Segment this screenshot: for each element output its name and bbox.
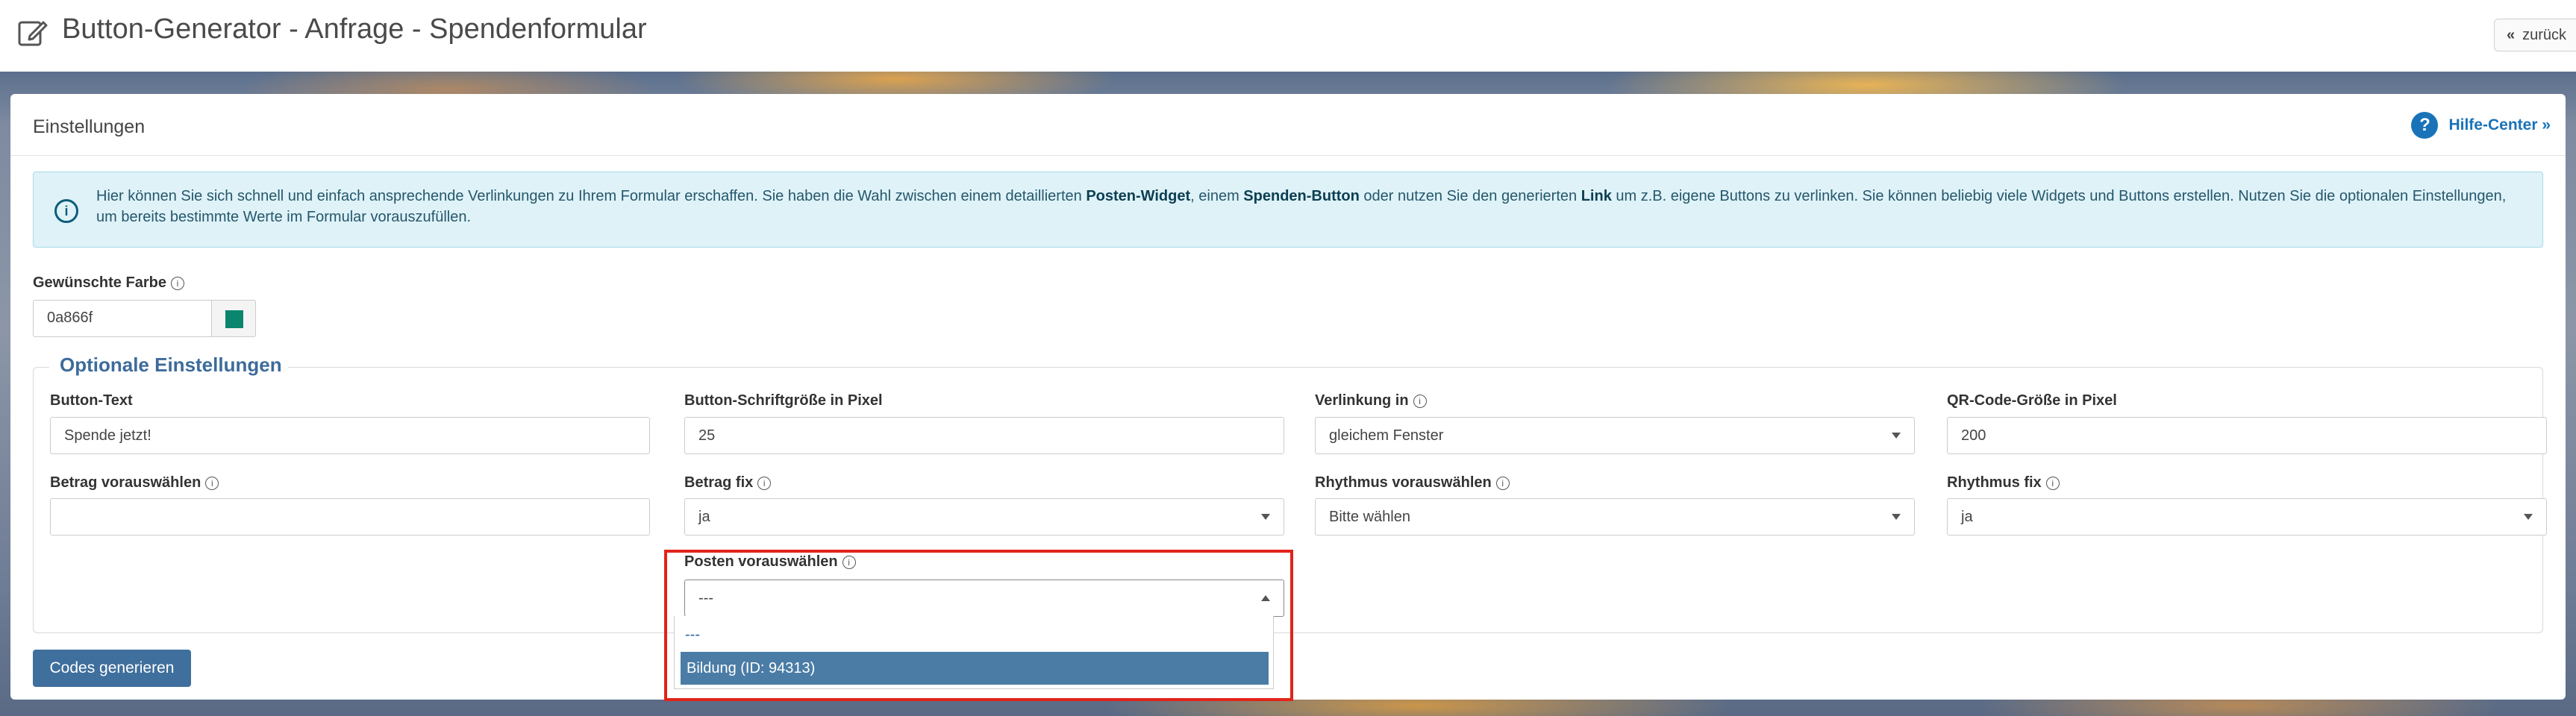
amount-preselect-label-text: Betrag vorauswählen xyxy=(50,474,201,491)
info-icon[interactable]: i xyxy=(170,277,184,290)
link-in-label: Verlinkung in i xyxy=(1315,392,1427,409)
amount-fixed-value: ja xyxy=(698,509,710,525)
info-icon[interactable]: i xyxy=(2045,477,2060,490)
divider xyxy=(10,155,2566,156)
font-size-input[interactable]: 25 xyxy=(684,417,1284,454)
info-text-2: , einem xyxy=(1190,188,1244,204)
info-text-3: oder nutzen Sie den generierten xyxy=(1359,188,1581,204)
link-in-label-text: Verlinkung in xyxy=(1315,392,1409,409)
qr-size-input[interactable]: 200 xyxy=(1947,417,2547,454)
amount-preselect-input[interactable] xyxy=(50,498,650,536)
double-chevron-left-icon: « xyxy=(2507,26,2516,43)
info-icon[interactable]: i xyxy=(1495,477,1510,490)
color-label: Gewünschte Farbe i xyxy=(33,274,184,292)
font-size-label: Button-Schriftgröße in Pixel xyxy=(684,392,883,409)
info-bold-spenden-button: Spenden-Button xyxy=(1243,188,1360,204)
rhythm-preselect-value: Bitte wählen xyxy=(1329,509,1410,525)
help-center-label: Hilfe-Center » xyxy=(2448,116,2551,134)
generate-codes-button[interactable]: Codes generieren xyxy=(33,650,191,687)
info-alert: i Hier können Sie sich schnell und einfa… xyxy=(33,172,2543,248)
info-icon[interactable]: i xyxy=(205,477,219,490)
link-in-select[interactable]: gleichem Fenster xyxy=(1315,417,1915,454)
rhythm-fixed-value: ja xyxy=(1961,509,1973,525)
amount-fixed-label-text: Betrag fix xyxy=(684,474,754,491)
color-label-text: Gewünschte Farbe xyxy=(33,274,166,291)
caret-down-icon xyxy=(2524,514,2533,520)
color-input[interactable]: 0a866f xyxy=(33,300,212,337)
rhythm-fixed-label: Rhythmus fix i xyxy=(1947,474,2060,492)
optional-settings-legend: Optionale Einstellungen xyxy=(49,354,288,377)
caret-down-icon xyxy=(1261,514,1270,520)
amount-fixed-label: Betrag fix i xyxy=(684,474,772,492)
info-circle-icon: i xyxy=(54,199,78,223)
info-text-1: Hier können Sie sich schnell und einfach… xyxy=(96,188,1087,204)
rhythm-preselect-label-text: Rhythmus vorauswählen xyxy=(1315,474,1492,491)
info-bold-posten-widget: Posten-Widget xyxy=(1086,188,1191,204)
info-bold-link: Link xyxy=(1581,188,1612,204)
info-icon[interactable]: i xyxy=(757,477,772,490)
help-center-link[interactable]: ? Hilfe-Center » xyxy=(2411,112,2551,139)
rhythm-fixed-label-text: Rhythmus fix xyxy=(1947,474,2042,491)
panel-title: Einstellungen xyxy=(33,116,146,137)
highlight-annotation xyxy=(664,550,1293,701)
rhythm-fixed-select[interactable]: ja xyxy=(1947,498,2547,536)
amount-preselect-label: Betrag vorauswählen i xyxy=(50,474,219,492)
caret-down-icon xyxy=(1892,433,1901,439)
back-button-label: zurück xyxy=(2522,26,2567,43)
qr-size-label: QR-Code-Größe in Pixel xyxy=(1947,392,2117,409)
page-title: Button-Generator - Anfrage - Spendenform… xyxy=(62,13,647,45)
button-text-input[interactable]: Spende jetzt! xyxy=(50,417,650,454)
help-icon: ? xyxy=(2411,112,2439,139)
rhythm-preselect-label: Rhythmus vorauswählen i xyxy=(1315,474,1510,492)
rhythm-preselect-select[interactable]: Bitte wählen xyxy=(1315,498,1915,536)
edit-icon xyxy=(18,21,48,46)
amount-fixed-select[interactable]: ja xyxy=(684,498,1284,536)
caret-down-icon xyxy=(1892,514,1901,520)
back-button[interactable]: « zurück xyxy=(2494,19,2576,51)
button-text-label: Button-Text xyxy=(50,392,133,409)
color-picker-button[interactable] xyxy=(211,300,256,337)
color-swatch xyxy=(225,310,243,328)
info-icon[interactable]: i xyxy=(1413,395,1427,408)
page-header: Button-Generator - Anfrage - Spendenform… xyxy=(0,0,2576,72)
link-in-value: gleichem Fenster xyxy=(1329,427,1444,444)
